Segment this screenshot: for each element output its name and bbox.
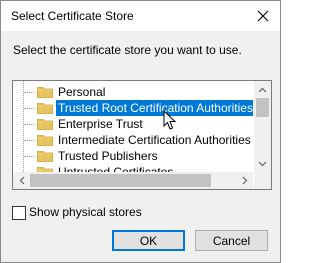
horizontal-scrollbar[interactable] <box>13 172 253 189</box>
title-bar[interactable]: Select Certificate Store <box>1 1 280 31</box>
tree-connector <box>24 140 34 141</box>
tree-item-label: Trusted Root Certification Authorities <box>56 100 253 116</box>
scrollbar-corner <box>254 172 271 189</box>
tree-item[interactable]: Enterprise Trust <box>13 116 253 132</box>
folder-icon <box>37 135 53 146</box>
scroll-up-button[interactable] <box>254 81 271 98</box>
folder-icon <box>37 119 53 130</box>
tree-connector <box>24 156 34 157</box>
folder-icon <box>37 103 53 114</box>
tree-connector <box>24 124 34 125</box>
scroll-left-button[interactable] <box>13 172 30 189</box>
scroll-right-button[interactable] <box>236 172 253 189</box>
chevron-right-icon <box>242 176 247 185</box>
tree-item[interactable]: Trusted Root Certification Authorities <box>13 100 253 116</box>
mouse-pointer-icon <box>163 110 177 130</box>
vertical-scrollbar[interactable] <box>254 81 271 172</box>
chevron-up-icon <box>258 87 267 92</box>
vertical-scroll-thumb[interactable] <box>256 98 269 117</box>
chevron-down-icon <box>258 161 267 166</box>
dialog-title: Select Certificate Store <box>11 9 134 23</box>
select-certificate-store-dialog: Select Certificate Store Select the cert… <box>0 0 281 263</box>
horizontal-scroll-thumb[interactable] <box>30 174 211 187</box>
tree-item-label: Personal <box>58 85 106 99</box>
close-icon <box>257 10 269 22</box>
tree-item-label: Trusted Publishers <box>58 149 158 163</box>
tree-connector <box>24 108 34 109</box>
show-physical-stores-checkbox[interactable] <box>12 206 26 220</box>
ok-button[interactable]: OK <box>112 230 185 251</box>
folder-icon <box>37 87 53 98</box>
show-physical-stores-label[interactable]: Show physical stores <box>29 205 142 220</box>
tree-item-label: Untrusted Certificates <box>58 165 174 172</box>
certificate-store-tree[interactable]: Personal Trusted Root Certification Autho… <box>12 80 272 190</box>
tree-item[interactable]: Untrusted Certificates <box>13 164 253 172</box>
tree-connector <box>24 92 34 93</box>
chevron-left-icon <box>19 176 24 185</box>
tree-item[interactable]: Personal <box>13 84 253 100</box>
folder-icon <box>37 151 53 162</box>
instruction-text: Select the certificate store you want to… <box>13 43 242 57</box>
tree-item[interactable]: Intermediate Certification Authorities <box>13 132 253 148</box>
tree-item[interactable]: Trusted Publishers <box>13 148 253 164</box>
scroll-down-button[interactable] <box>254 155 271 172</box>
tree-item-label: Intermediate Certification Authorities <box>58 133 251 147</box>
cancel-button[interactable]: Cancel <box>195 230 268 251</box>
close-button[interactable] <box>246 1 280 31</box>
tree-item-label: Enterprise Trust <box>58 117 143 131</box>
